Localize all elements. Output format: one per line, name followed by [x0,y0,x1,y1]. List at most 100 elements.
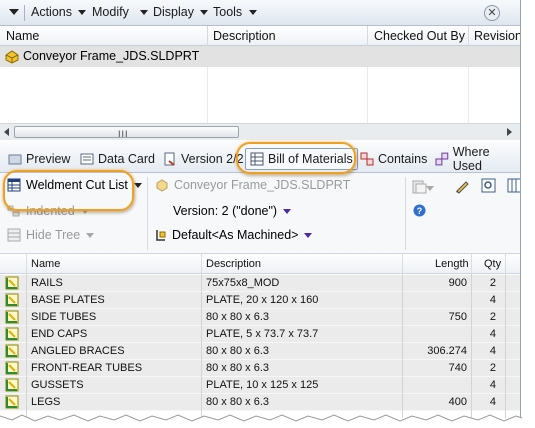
cell-qty: 4 [489,379,496,391]
cell-name: RAILS [31,277,63,289]
column-divider [207,26,208,46]
close-icon[interactable]: ✕ [484,5,500,21]
cell-qty: 4 [489,294,496,306]
menu-actions-arrow-icon[interactable] [78,10,86,15]
cell-name: BASE PLATES [31,294,105,306]
column-guide [367,67,368,123]
scrollbar-thumb[interactable]: III [14,126,239,139]
menu-separator [24,5,25,21]
cell-name: FRONT-REAR TUBES [31,362,143,374]
grip-icon: III [118,129,129,139]
cell-length: 306.274 [427,345,467,357]
table-row[interactable]: FRONT-REAR TUBES 80 x 80 x 6.3 740 2 [0,360,520,377]
file-row[interactable]: Conveyor Frame_JDS.SLDPRT [0,46,520,67]
cell-name: SIDE TUBES [31,311,97,323]
cell-name: LEGS [31,396,61,408]
column-checked-out-by[interactable]: Checked Out By [374,29,465,43]
column-revision[interactable]: Revision [474,29,520,43]
table-row[interactable]: RAILS 75x75x8_MOD 900 2 [0,275,520,292]
toolbar-separator [405,177,406,250]
weldment-cut-list-item-icon [5,361,19,375]
scroll-right-icon[interactable] [507,128,512,136]
menu-display[interactable]: Display [153,5,194,19]
tab-label: Where Used [452,145,490,173]
cell-qty: 4 [489,345,496,357]
cell-qty: 2 [489,277,496,289]
chevron-down-icon [283,208,292,214]
menu-actions[interactable]: Actions [31,5,72,19]
table-row[interactable]: ANGLED BRACES 80 x 80 x 6.3 306.274 4 [0,343,520,360]
cell-qty: 2 [489,362,496,374]
data-card-icon [80,153,94,165]
highlight-oval-bom-type [3,170,134,211]
column-guide [505,274,506,418]
scroll-left-icon[interactable] [4,128,9,136]
tab-label: Preview [26,152,71,166]
contains-icon [360,152,374,166]
column-divider [468,26,469,46]
chevron-down-icon [304,232,313,238]
cell-name: GUSSETS [31,379,84,391]
column-name[interactable]: Name [6,29,39,43]
column-guide [201,274,202,418]
chevron-down-icon [133,182,142,188]
table-row[interactable]: GUSSETS PLATE, 10 x 125 x 125 4 [0,377,520,394]
column-qty[interactable]: Qty [484,258,501,270]
file-name: Conveyor Frame_JDS.SLDPRT [23,49,200,63]
menu-modify-arrow-icon[interactable] [140,10,148,15]
tab-preview[interactable]: Preview [8,150,70,168]
part-file-icon [5,50,19,64]
file-name-label: Conveyor Frame_JDS.SLDPRT [174,178,351,192]
menu-display-arrow-icon[interactable] [200,10,208,15]
tab-label: Contains [378,152,428,166]
chevron-down-icon[interactable] [426,186,434,191]
toolbar-separator [147,177,148,250]
version-label: Version: 2 ("done") [173,204,278,218]
where-used-icon [435,152,449,166]
weldment-cut-list-item-icon [5,395,19,409]
edit-icon[interactable] [454,178,470,194]
tab-data-card[interactable]: Data Card [80,150,155,168]
pdm-window: Actions Modify Display Tools ✕ Name Desc… [0,0,521,418]
column-guide [468,67,469,123]
tab-where-used[interactable]: Where Used [435,145,520,173]
cell-qty: 2 [489,311,496,323]
hide-tree-dropdown[interactable]: Hide Tree [7,228,95,242]
horizontal-scrollbar[interactable]: III [0,123,520,140]
weldment-cut-list-item-icon [5,327,19,341]
configuration-dropdown[interactable]: Default<As Machined> [155,228,313,242]
cell-name: ANGLED BRACES [31,345,125,357]
highlight-oval-bom-tab [236,142,356,174]
table-row[interactable]: END CAPS PLATE, 5 x 73.7 x 73.7 4 [0,326,520,343]
find-icon[interactable] [481,178,497,194]
file-list-empty-area [0,67,520,123]
weldment-cut-list-item-icon [5,293,19,307]
table-row[interactable]: SIDE TUBES 80 x 80 x 6.3 750 2 [0,309,520,326]
column-length[interactable]: Length [435,258,469,270]
preview-icon [8,154,22,165]
column-description[interactable]: Description [206,258,261,270]
menu-modify[interactable]: Modify [92,5,129,19]
menu-tools-arrow-icon[interactable] [249,10,257,15]
tab-contains[interactable]: Contains [360,150,427,168]
chevron-down-icon [86,232,95,238]
cell-length: 900 [448,277,467,289]
menu-bar: Actions Modify Display Tools ✕ [0,0,520,26]
torn-edge [0,414,523,428]
columns-icon[interactable] [507,178,521,194]
menu-dropdown-icon[interactable] [8,6,20,18]
tab-version[interactable]: Version 2/2 [163,150,244,168]
hide-tree-icon [7,228,21,242]
weldment-cut-list-item-icon [5,276,19,290]
column-divider [471,254,472,274]
column-divider [26,254,27,274]
column-description[interactable]: Description [213,29,276,43]
cell-description: 80 x 80 x 6.3 [206,362,269,374]
table-row[interactable]: LEGS 80 x 80 x 6.3 400 4 [0,394,520,411]
menu-tools[interactable]: Tools [213,5,242,19]
column-name[interactable]: Name [31,258,60,270]
table-row[interactable]: BASE PLATES PLATE, 20 x 120 x 160 4 [0,292,520,309]
cell-name: END CAPS [31,328,88,340]
help-icon[interactable]: ? [413,204,426,217]
version-dropdown[interactable]: Version: 2 ("done") [173,204,292,218]
